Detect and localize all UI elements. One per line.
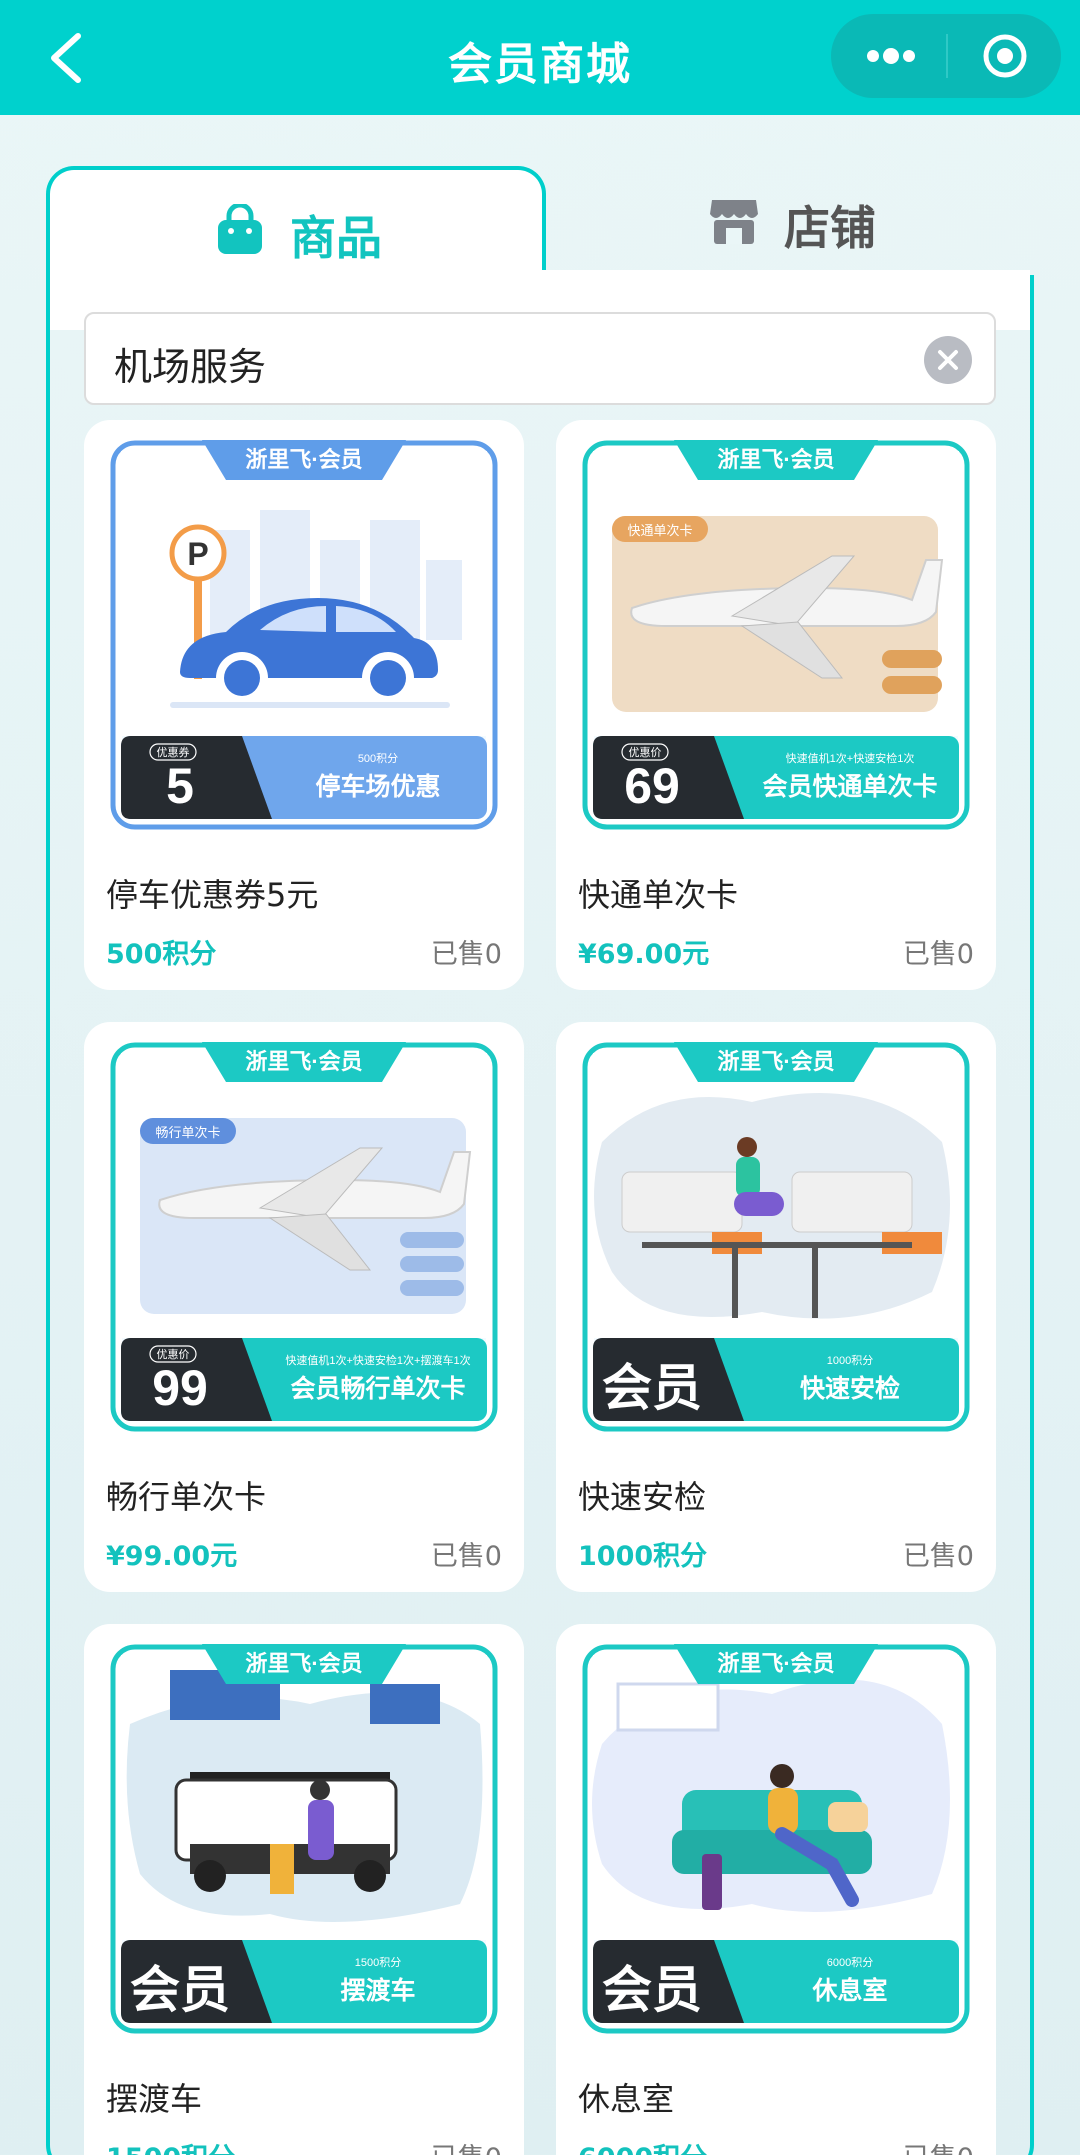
brand-badge: 浙里飞·会员 <box>245 1651 362 1676</box>
tab-shops-label: 店铺 <box>784 201 876 255</box>
svg-text:停车场优惠: 停车场优惠 <box>315 772 440 801</box>
svg-text:500积分: 500积分 <box>358 752 398 765</box>
product-card[interactable]: 浙里飞·会员 会员 6000积分 休息室 休息室 6000积分 已售0 <box>556 1624 996 2155</box>
product-name: 休息室 <box>578 2080 675 2118</box>
svg-text:5: 5 <box>166 758 194 814</box>
product-price: 6000积分 <box>578 2136 707 2155</box>
product-card[interactable]: 浙里飞·会员 会员 1500积分 摆渡车 摆渡车 1500积分 已售0 <box>84 1624 524 2155</box>
product-image: 快通单次卡 浙里飞·会员 优惠价 69 快速值机1次+快速安检1次 会员快通单次… <box>582 440 970 830</box>
tab-shops[interactable]: 店铺 <box>544 166 1034 276</box>
svg-text:优惠价: 优惠价 <box>157 1347 190 1361</box>
brand-badge: 浙里飞·会员 <box>717 447 834 472</box>
svg-text:P: P <box>187 536 208 572</box>
svg-text:快速值机1次+快速安检1次+摆渡车1次: 快速值机1次+快速安检1次+摆渡车1次 <box>285 1353 470 1367</box>
product-name: 畅行单次卡 <box>106 1478 267 1516</box>
clear-search-button[interactable] <box>924 336 972 384</box>
svg-text:1500积分: 1500积分 <box>355 1956 401 1969</box>
mini-program-capsule <box>831 14 1061 98</box>
svg-text:会员: 会员 <box>130 1962 230 2018</box>
search-value: 机场服务 <box>114 345 267 389</box>
sold-count: 已售0 <box>902 939 974 970</box>
svg-text:快速值机1次+快速安检1次: 快速值机1次+快速安检1次 <box>786 751 915 765</box>
product-name: 快通单次卡 <box>578 876 739 914</box>
brand-badge: 浙里飞·会员 <box>245 447 362 472</box>
sold-count: 已售0 <box>430 1541 502 1572</box>
shopping-bag-icon <box>218 204 262 254</box>
sold-count: 已售0 <box>903 2136 974 2155</box>
product-price: 500积分 <box>106 939 217 970</box>
product-card[interactable]: 浙里飞·会员 会员 1000积分 快速安检 快速安检 1000积分 已售0 <box>556 1022 996 1592</box>
sold-count: 已售0 <box>430 939 502 970</box>
product-name: 摆渡车 <box>106 2080 203 2118</box>
clear-icon <box>938 350 958 370</box>
tab-products-label: 商品 <box>290 211 382 265</box>
svg-text:99: 99 <box>152 1360 208 1416</box>
svg-text:畅行单次卡: 畅行单次卡 <box>155 1125 220 1140</box>
product-price: ¥69.00元 <box>578 939 710 970</box>
svg-text:休息室: 休息室 <box>811 1976 887 2005</box>
product-name: 快速安检 <box>578 1478 707 1516</box>
brand-badge: 浙里飞·会员 <box>717 1049 834 1074</box>
product-price: 1000积分 <box>578 1541 708 1572</box>
product-image: 浙里飞·会员 会员 1000积分 快速安检 <box>582 1042 970 1432</box>
svg-text:6000积分: 6000积分 <box>827 1956 873 1969</box>
product-card[interactable]: 快通单次卡 浙里飞·会员 优惠价 69 快速值机1次+快速安检1次 会员快通单次… <box>556 420 996 990</box>
nav-bar: 会员商城 <box>0 0 1080 115</box>
close-mini-program-icon[interactable] <box>981 32 1029 80</box>
store-icon <box>710 200 758 244</box>
svg-text:会员快通单次卡: 会员快通单次卡 <box>762 773 937 801</box>
product-image: P 浙里飞·会员 优惠券 5 500积分 停车场优惠 <box>110 440 498 830</box>
more-icon[interactable] <box>861 36 921 76</box>
svg-text:优惠价: 优惠价 <box>629 745 662 759</box>
svg-text:快通单次卡: 快通单次卡 <box>627 523 692 538</box>
product-image: 畅行单次卡 浙里飞·会员 优惠价 99 快速值机1次+快速安检1次+摆渡车1次 … <box>110 1042 498 1432</box>
svg-text:69: 69 <box>624 758 680 814</box>
svg-text:1000积分: 1000积分 <box>827 1354 873 1367</box>
product-image: 浙里飞·会员 会员 1500积分 摆渡车 <box>110 1644 498 2034</box>
svg-text:会员畅行单次卡: 会员畅行单次卡 <box>290 1375 465 1403</box>
search-input[interactable]: 机场服务 <box>84 312 996 405</box>
product-price: ¥99.00元 <box>106 1541 238 1572</box>
product-image: 浙里飞·会员 会员 6000积分 休息室 <box>582 1644 970 2034</box>
product-card[interactable]: 畅行单次卡 浙里飞·会员 优惠价 99 快速值机1次+快速安检1次+摆渡车1次 … <box>84 1022 524 1592</box>
svg-text:会员: 会员 <box>602 1962 702 2018</box>
capsule-divider <box>946 34 948 78</box>
product-price: 1500积分 <box>106 2136 235 2155</box>
svg-text:快速安检: 快速安检 <box>800 1374 900 1403</box>
svg-text:摆渡车: 摆渡车 <box>340 1976 415 2005</box>
svg-text:会员: 会员 <box>602 1360 702 1416</box>
brand-badge: 浙里飞·会员 <box>245 1049 362 1074</box>
sold-count: 已售0 <box>431 2136 502 2155</box>
product-card[interactable]: P 浙里飞·会员 优惠券 5 500积分 停车场优惠 停车优惠券5元 500积分… <box>84 420 524 990</box>
brand-badge: 浙里飞·会员 <box>717 1651 834 1676</box>
product-name: 停车优惠券5元 <box>106 876 319 914</box>
svg-text:优惠券: 优惠券 <box>157 745 190 759</box>
sold-count: 已售0 <box>902 1541 974 1572</box>
